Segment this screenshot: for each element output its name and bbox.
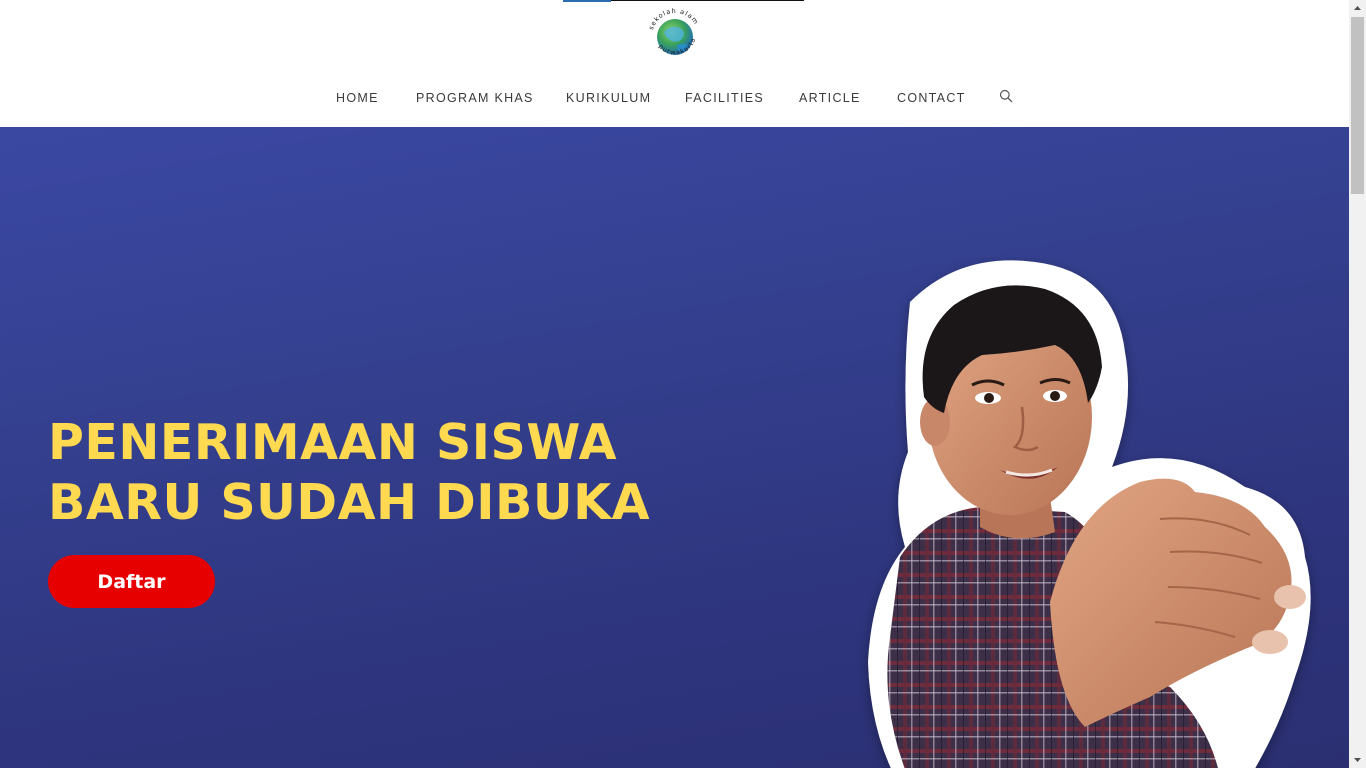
nav-kurikulum[interactable]: KURIKULUM: [566, 88, 651, 108]
top-progress-bar-fill: [563, 0, 611, 2]
page: sekolah alam purwakarta HOME PROGRAM KHA…: [0, 0, 1349, 768]
hero-banner: PENERIMAAN SISWA BARU SUDAH DIBUKA Dafta…: [0, 127, 1349, 768]
scroll-down-arrow-icon[interactable]: [1349, 751, 1366, 768]
hero-headline: PENERIMAAN SISWA BARU SUDAH DIBUKA: [48, 413, 688, 533]
nav-contact[interactable]: CONTACT: [897, 88, 966, 108]
nav-home[interactable]: HOME: [336, 88, 379, 108]
site-header: sekolah alam purwakarta HOME PROGRAM KHA…: [0, 0, 1349, 127]
search-icon[interactable]: [999, 89, 1013, 103]
scrollbar-thumb[interactable]: [1351, 17, 1364, 194]
daftar-button[interactable]: Daftar: [48, 555, 215, 608]
main-nav: HOME PROGRAM KHAS KURIKULUM FACILITIES A…: [0, 88, 1349, 108]
school-logo[interactable]: sekolah alam purwakarta: [644, 6, 706, 64]
headline-line-1: PENERIMAAN SISWA: [48, 414, 618, 471]
nav-facilities[interactable]: FACILITIES: [685, 88, 764, 108]
nav-program-khas[interactable]: PROGRAM KHAS: [416, 88, 534, 108]
scroll-up-arrow-icon[interactable]: [1349, 0, 1366, 17]
nav-article[interactable]: ARTICLE: [799, 88, 861, 108]
child-photo: [868, 260, 1311, 768]
headline-line-2: BARU SUDAH DIBUKA: [48, 474, 651, 531]
vertical-scrollbar[interactable]: [1349, 0, 1366, 768]
